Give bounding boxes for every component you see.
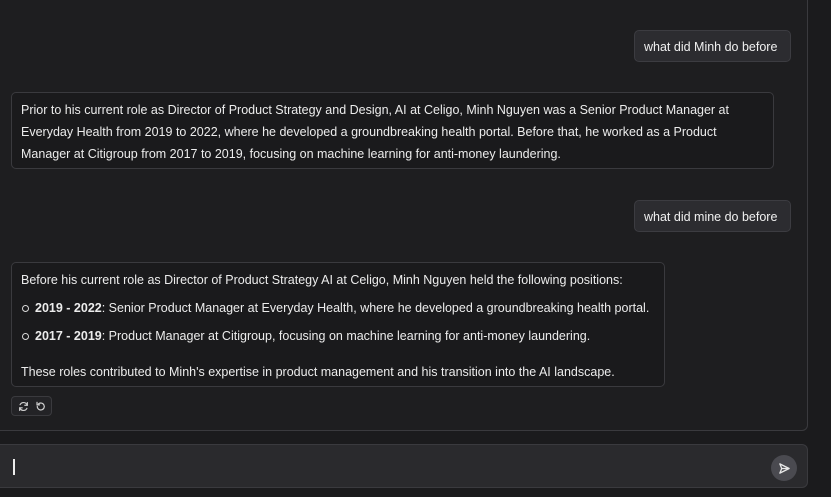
message-composer <box>0 444 808 488</box>
undo-icon[interactable] <box>34 400 46 412</box>
assistant-outro: These roles contributed to Minh's expert… <box>21 365 615 379</box>
list-item: 2017 - 2019: Product Manager at Citigrou… <box>21 325 655 347</box>
position-description: : Product Manager at Citigroup, focusing… <box>101 329 591 343</box>
user-message: what did mine do before <box>634 200 791 232</box>
refresh-icon[interactable] <box>17 400 29 412</box>
assistant-message: Before his current role as Director of P… <box>11 262 665 387</box>
assistant-intro: Before his current role as Director of P… <box>21 273 623 287</box>
user-message: what did Minh do before <box>634 30 791 62</box>
list-item: 2019 - 2022: Senior Product Manager at E… <box>21 297 655 319</box>
chat-panel: what did Minh do before Prior to his cur… <box>0 0 808 431</box>
bullet-icon <box>22 333 29 340</box>
positions-list: 2019 - 2022: Senior Product Manager at E… <box>21 297 655 347</box>
position-period: 2019 - 2022 <box>35 301 102 315</box>
message-actions <box>11 396 52 416</box>
assistant-message: Prior to his current role as Director of… <box>11 92 774 169</box>
position-description: : Senior Product Manager at Everyday Hea… <box>101 301 650 315</box>
text-cursor <box>13 459 15 475</box>
assistant-message-text: Prior to his current role as Director of… <box>21 103 729 161</box>
bullet-icon <box>22 305 29 312</box>
position-period: 2017 - 2019 <box>35 329 102 343</box>
send-button[interactable] <box>771 455 797 481</box>
send-icon <box>778 462 790 474</box>
message-input[interactable] <box>10 454 758 480</box>
